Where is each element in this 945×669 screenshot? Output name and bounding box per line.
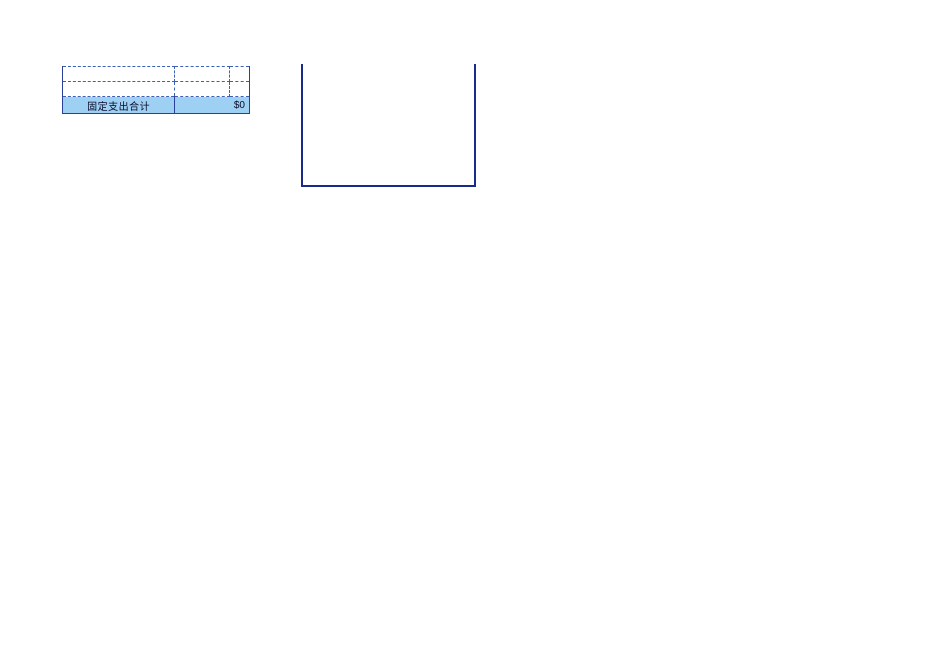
- table-row: [63, 67, 250, 82]
- summary-row: 固定支出合计 $0: [63, 97, 250, 114]
- fixed-expense-table: 固定支出合计 $0: [62, 66, 250, 114]
- empty-cell: [230, 67, 250, 82]
- right-open-box: [301, 64, 476, 187]
- page-canvas: 固定支出合计 $0: [0, 0, 945, 669]
- table-row: [63, 82, 250, 97]
- empty-cell: [230, 82, 250, 97]
- summary-value: $0: [175, 97, 250, 114]
- empty-cell: [63, 67, 175, 82]
- empty-cell: [175, 82, 230, 97]
- summary-label: 固定支出合计: [63, 97, 175, 114]
- empty-cell: [63, 82, 175, 97]
- empty-cell: [175, 67, 230, 82]
